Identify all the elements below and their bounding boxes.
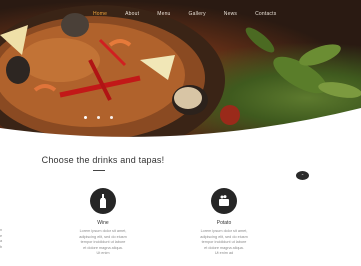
feature-description: Lorem ipsum dolor sit amet, adipiscing e… bbox=[79, 229, 127, 255]
scroll-up-button[interactable]: ⌃ bbox=[296, 171, 309, 180]
feature-potato: Potato Lorem ipsum dolor sit amet, adipi… bbox=[193, 188, 255, 257]
feature-title: Wine bbox=[97, 220, 109, 226]
main-navigation: Home About Menu Gallery News Contacts bbox=[84, 10, 285, 18]
nav-contacts[interactable]: Contacts bbox=[246, 10, 285, 18]
title-underline bbox=[93, 170, 105, 171]
section-title: Choose the drinks and tapas! bbox=[41, 155, 165, 165]
potato-pot-icon bbox=[211, 188, 237, 214]
hero-curve-divider bbox=[0, 108, 361, 148]
wine-bottle-icon bbox=[90, 188, 116, 214]
feature-wine: Wine Lorem ipsum dolor sit amet, adipisc… bbox=[72, 188, 134, 257]
feature-description: Lorem ipsum dolor sit amet, adipiscing e… bbox=[200, 229, 248, 255]
nav-home[interactable]: Home bbox=[84, 10, 116, 18]
feature-title: Potato bbox=[216, 220, 232, 226]
clipped-feature-text: n e a b bbox=[0, 228, 3, 249]
nav-about[interactable]: About bbox=[116, 10, 148, 18]
nav-news[interactable]: News bbox=[215, 10, 246, 18]
nav-menu[interactable]: Menu bbox=[148, 10, 179, 18]
nav-gallery[interactable]: Gallery bbox=[180, 10, 215, 18]
